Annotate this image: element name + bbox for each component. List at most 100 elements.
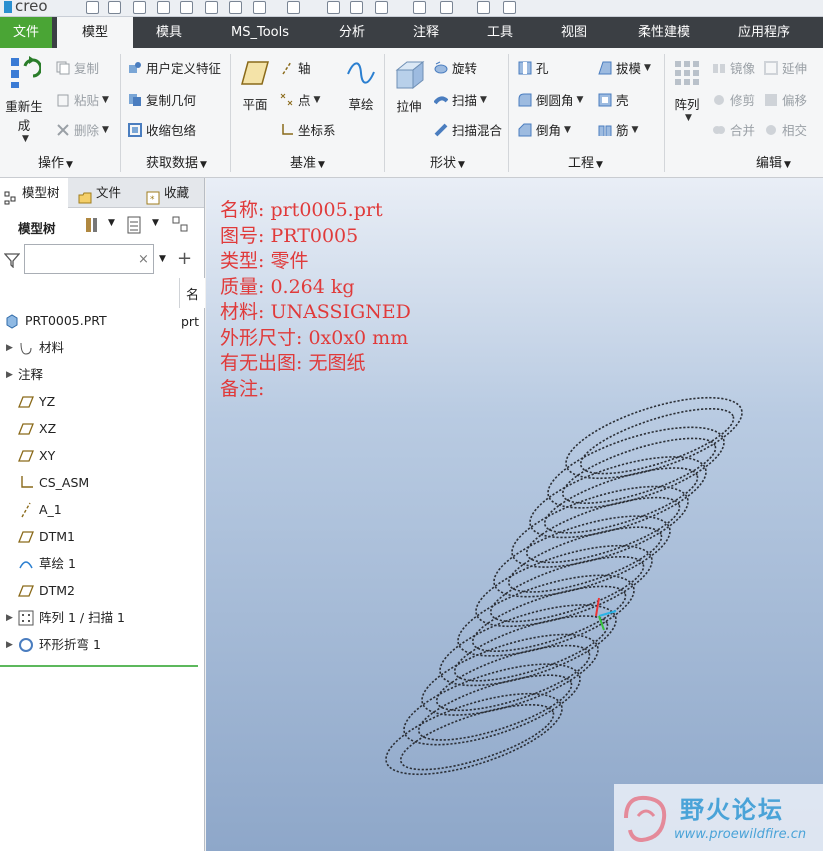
undo-icon[interactable]	[253, 1, 266, 14]
swept-blend-button[interactable]: 扫描混合	[434, 120, 502, 139]
tab-annotate[interactable]: 注释	[394, 17, 458, 48]
brush-icon[interactable]	[229, 1, 242, 14]
add-filter-icon[interactable]: +	[177, 248, 192, 269]
tab-mold[interactable]: 模具	[137, 17, 201, 48]
tree-item-annotations[interactable]: ▶ 注释	[0, 364, 178, 386]
watermark: 野火论坛 www.proewildfire.cn	[614, 784, 823, 851]
tree-item-dtm2[interactable]: DTM2	[0, 580, 178, 602]
round-button[interactable]: 倒圆角 ▼	[518, 90, 583, 109]
delete-button[interactable]: 删除 ▼	[56, 120, 109, 139]
customize-icon[interactable]	[503, 1, 516, 14]
window-icon[interactable]	[440, 1, 453, 14]
save-as-icon[interactable]	[157, 1, 170, 14]
merge-button[interactable]: 合并	[712, 120, 755, 139]
close-window-icon[interactable]	[205, 1, 218, 14]
copy-geometry-button[interactable]: 复制几何	[128, 90, 196, 109]
tools-dropdown-icon[interactable]: ▼	[108, 218, 115, 228]
tree-item-sketch1[interactable]: 草绘 1	[0, 553, 178, 575]
group-shapes-label[interactable]: 形状 ▼	[430, 152, 465, 172]
group-editing-label[interactable]: 编辑 ▼	[756, 152, 791, 172]
tab-view[interactable]: 视图	[542, 17, 606, 48]
save-icon[interactable]	[133, 1, 146, 14]
sketch-button[interactable]: 草绘	[342, 58, 380, 113]
tab-model[interactable]: 模型	[57, 17, 133, 48]
column-settings-icon[interactable]	[172, 216, 192, 234]
group-datum-label[interactable]: 基准 ▼	[290, 152, 325, 172]
tab-model-tree[interactable]: 模型树	[0, 178, 68, 208]
tree-item-yz[interactable]: YZ	[0, 391, 178, 413]
pattern-button[interactable]: 阵列 ▼	[668, 58, 706, 123]
tree-root[interactable]: PRT0005.PRT	[0, 310, 178, 332]
mirror-button[interactable]: 镜像	[712, 58, 755, 77]
chamfer-button[interactable]: 倒角 ▼	[518, 120, 571, 139]
offset-icon	[764, 93, 778, 107]
draft-button[interactable]: 拔模 ▼	[598, 58, 651, 77]
tree-item-pattern1[interactable]: ▶ 阵列 1 / 扫描 1	[0, 607, 178, 629]
tab-flexible-modeling[interactable]: 柔性建模	[624, 17, 704, 48]
sweep-button[interactable]: 扫描 ▼	[434, 90, 487, 109]
shell-button[interactable]: 壳	[598, 90, 629, 109]
trim-button[interactable]: 修剪	[712, 90, 755, 109]
spring-model	[385, 396, 743, 776]
tree-item-a1[interactable]: A_1	[0, 499, 178, 521]
offset-button[interactable]: 偏移	[764, 90, 807, 109]
tree-item-cs-asm[interactable]: CS_ASM	[0, 472, 178, 494]
intersect-button[interactable]: 相交	[764, 120, 807, 139]
root-col-value: prt	[181, 314, 199, 329]
tree-filter-input[interactable]	[24, 244, 154, 274]
graphics-viewport[interactable]: 名称: prt0005.prt 图号: PRT0005 类型: 零件 质量: 0…	[206, 178, 823, 851]
copy-button[interactable]: 复制	[56, 58, 99, 77]
tab-file[interactable]: 文件	[0, 17, 52, 48]
tab-files[interactable]: 文件	[74, 178, 134, 208]
print-icon[interactable]	[180, 1, 193, 14]
properties-icon[interactable]	[350, 1, 363, 14]
clear-filter-icon[interactable]: ×	[138, 252, 149, 267]
udf-button[interactable]: 用户定义特征	[128, 58, 221, 77]
show-settings-icon[interactable]	[126, 216, 142, 234]
tab-favorites[interactable]: * 收藏	[142, 178, 202, 208]
column-header[interactable]: 名	[179, 278, 205, 308]
shrinkwrap-button[interactable]: 收缩包络	[128, 120, 196, 139]
tab-applications[interactable]: 应用程序	[722, 17, 806, 48]
copy-icon	[56, 61, 70, 75]
group-operations-label[interactable]: 操作 ▼	[38, 152, 73, 172]
rib-button[interactable]: 筋 ▼	[598, 120, 638, 139]
spring-coil-inner	[471, 585, 627, 652]
tab-tools[interactable]: 工具	[468, 17, 532, 48]
axis-button[interactable]: 轴	[280, 58, 311, 77]
extrude-button[interactable]: 拉伸	[390, 58, 428, 115]
point-icon	[280, 93, 294, 107]
revolve-button[interactable]: 旋转	[434, 58, 477, 77]
hole-button[interactable]: 孔	[518, 58, 549, 77]
plane-button[interactable]: 平面	[236, 58, 274, 113]
extend-button[interactable]: 延伸	[764, 58, 807, 77]
tree-item-xy[interactable]: XY	[0, 445, 178, 467]
csys-button[interactable]: 坐标系	[280, 120, 336, 139]
settings-dropdown-icon[interactable]: ▼	[152, 218, 159, 228]
tree-item-material[interactable]: ▶ 材料	[0, 337, 178, 359]
origin-triad-icon	[595, 597, 617, 631]
tab-analysis[interactable]: 分析	[320, 17, 384, 48]
filter-dropdown-icon[interactable]: ▼	[159, 254, 166, 264]
display-icon[interactable]	[375, 1, 388, 14]
redo-icon[interactable]	[287, 1, 300, 14]
regenerate-button[interactable]: 重新生成 ▼	[0, 54, 48, 144]
group-getdata-label[interactable]: 获取数据 ▼	[146, 152, 207, 172]
group-engineering-label[interactable]: 工程 ▼	[568, 152, 603, 172]
tree-item-toroidal-bend1[interactable]: ▶ 环形折弯 1	[0, 634, 178, 656]
filter-icon[interactable]	[3, 252, 21, 269]
axis-icon	[280, 61, 294, 75]
open-file-icon[interactable]	[108, 1, 121, 14]
new-file-icon[interactable]	[86, 1, 99, 14]
regen-icon[interactable]	[413, 1, 426, 14]
point-button[interactable]: 点 ▼	[280, 90, 320, 109]
paste-button[interactable]: 粘贴 ▼	[56, 90, 109, 109]
tree-item-xz[interactable]: XZ	[0, 418, 178, 440]
tab-ms-tools[interactable]: MS_Tools	[216, 17, 304, 48]
text-icon[interactable]	[327, 1, 340, 14]
tools-icon[interactable]	[84, 216, 100, 234]
datum-plane-icon	[18, 448, 34, 464]
model-tree-label: 模型树	[18, 221, 56, 236]
tree-item-dtm1[interactable]: DTM1	[0, 526, 178, 548]
close-icon[interactable]	[477, 1, 490, 14]
